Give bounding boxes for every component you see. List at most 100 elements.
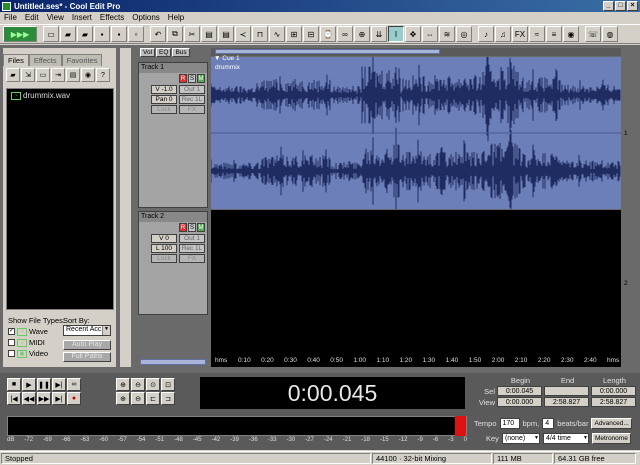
- track-1-volume[interactable]: V -1.0: [151, 85, 177, 94]
- play-file-icon[interactable]: ◉: [81, 68, 95, 82]
- help-icon[interactable]: ?: [96, 68, 110, 82]
- track-1-output[interactable]: Out 1: [179, 85, 205, 94]
- menu-options[interactable]: Options: [128, 13, 164, 22]
- time-ruler[interactable]: hms 0:10 0:20 0:30 0:40 0:50 1:00 1:10 1:20 1:30 1…: [211, 355, 621, 367]
- maximize-button[interactable]: □: [615, 1, 626, 11]
- track-2-pan[interactable]: L 100: [151, 244, 177, 253]
- track-1-pan[interactable]: Pan 0: [151, 95, 177, 104]
- globe-icon[interactable]: ◍: [602, 26, 618, 42]
- envelope-icon[interactable]: ∿: [269, 26, 285, 42]
- eq-icon[interactable]: ≡: [546, 26, 562, 42]
- stop-icon[interactable]: ■: [7, 378, 21, 391]
- track-2-volume[interactable]: V 0: [151, 234, 177, 243]
- auto-play-button[interactable]: Auto Play: [63, 340, 111, 350]
- move-tool-icon[interactable]: ✥: [405, 26, 421, 42]
- key-dropdown[interactable]: (none) ▼: [501, 433, 540, 444]
- list-item[interactable]: ~ drummix.wav: [11, 91, 109, 100]
- view-end-field[interactable]: 2:58.827: [544, 397, 589, 407]
- copy-icon[interactable]: ⧉: [167, 26, 183, 42]
- mix-paste-icon[interactable]: ▤: [218, 26, 234, 42]
- record-icon[interactable]: ●: [67, 392, 81, 405]
- zoom-out-horizontal-icon[interactable]: ⊖: [131, 378, 145, 391]
- rewind-icon[interactable]: ◀◀: [22, 392, 36, 405]
- open-session-icon[interactable]: ▰: [77, 26, 93, 42]
- loop-icon[interactable]: ∞: [67, 378, 81, 391]
- track-1-fx[interactable]: FX: [179, 105, 205, 114]
- open-icon[interactable]: ▰: [60, 26, 76, 42]
- eq-tab[interactable]: EQ: [156, 48, 172, 57]
- track-2-area[interactable]: [211, 210, 621, 355]
- file-list[interactable]: ~ drummix.wav: [6, 88, 114, 310]
- mixdown-icon[interactable]: ⇊: [371, 26, 387, 42]
- solo-button[interactable]: S: [188, 74, 196, 83]
- reverb-icon[interactable]: ≈: [529, 26, 545, 42]
- panel-splitter[interactable]: [120, 48, 131, 367]
- open-file-icon[interactable]: ▰: [6, 68, 20, 82]
- track-1-lock[interactable]: Lock: [151, 105, 177, 114]
- track-scrollbar[interactable]: [140, 359, 206, 365]
- scroll-thumb[interactable]: [215, 49, 440, 54]
- hybrid-tool-icon[interactable]: ⇔: [422, 26, 438, 42]
- menu-view[interactable]: View: [43, 13, 68, 22]
- cue-marker[interactable]: ▼ Cue 1: [214, 55, 240, 62]
- midi-checkbox[interactable]: [8, 339, 15, 346]
- fx-icon[interactable]: FX: [512, 26, 528, 42]
- loop-icon[interactable]: ∞: [337, 26, 353, 42]
- sel-length-field[interactable]: 0:00.000: [591, 386, 636, 396]
- paste-icon[interactable]: ▤: [201, 26, 217, 42]
- insert-midi-icon[interactable]: ♫: [495, 26, 511, 42]
- menu-help[interactable]: Help: [164, 13, 188, 22]
- wave-checkbox[interactable]: ✓: [8, 328, 15, 335]
- track-2-record-input[interactable]: Rec 1L: [179, 244, 205, 253]
- bus-tab[interactable]: Bus: [172, 48, 190, 57]
- zoom-selection-icon[interactable]: ⊡: [161, 378, 175, 391]
- toggle-view-button[interactable]: ▶▶▶: [3, 26, 37, 42]
- track-2-output[interactable]: Out 1: [179, 234, 205, 243]
- insert-into-session-icon[interactable]: ⇥: [51, 68, 65, 82]
- full-paths-button[interactable]: Full Paths: [63, 352, 111, 362]
- menu-effects[interactable]: Effects: [96, 13, 128, 22]
- vol-tab[interactable]: Vol: [140, 48, 156, 57]
- edit-file-icon[interactable]: ▤: [66, 68, 80, 82]
- sel-begin-field[interactable]: 0:00.045: [497, 386, 542, 396]
- cut-icon[interactable]: ✂: [184, 26, 200, 42]
- overview-scrollbar[interactable]: [211, 48, 621, 56]
- scrub-icon[interactable]: ≋: [439, 26, 455, 42]
- close-file-icon[interactable]: ▫: [128, 26, 144, 42]
- save-icon[interactable]: ▪: [94, 26, 110, 42]
- menu-edit[interactable]: Edit: [21, 13, 43, 22]
- solo-button[interactable]: S: [188, 223, 196, 232]
- track-2-name[interactable]: Track 2: [139, 212, 207, 222]
- zoom-out-vertical-icon[interactable]: ⊖: [131, 392, 145, 405]
- zoom-left-icon[interactable]: ⊏: [146, 392, 160, 405]
- time-signature-dropdown[interactable]: 4/4 time ▼: [542, 433, 589, 444]
- track-2-lock[interactable]: Lock: [151, 254, 177, 263]
- video-checkbox[interactable]: [8, 350, 15, 357]
- advanced-button[interactable]: Advanced...: [591, 418, 632, 429]
- clip-indicator[interactable]: [455, 416, 466, 436]
- snap-icon[interactable]: ◎: [456, 26, 472, 42]
- track-1-waveform[interactable]: [211, 57, 621, 209]
- clip-icon[interactable]: ⊕: [354, 26, 370, 42]
- split-icon[interactable]: ≺: [235, 26, 251, 42]
- zoom-right-icon[interactable]: ⊐: [161, 392, 175, 405]
- new-icon[interactable]: ▭: [43, 26, 59, 42]
- mute-button[interactable]: M: [197, 74, 205, 83]
- tab-effects[interactable]: Effects: [28, 54, 62, 66]
- go-to-end-icon[interactable]: ▶|: [52, 392, 66, 405]
- record-arm-button[interactable]: R: [179, 223, 187, 232]
- fast-forward-icon[interactable]: ▶▶: [37, 392, 51, 405]
- cd-icon[interactable]: ◉: [563, 26, 579, 42]
- group-icon[interactable]: ⊞: [286, 26, 302, 42]
- trim-icon[interactable]: ⊓: [252, 26, 268, 42]
- time-select-tool-icon[interactable]: I: [388, 26, 404, 42]
- lock-time-icon[interactable]: ⌚: [320, 26, 336, 42]
- pause-icon[interactable]: ❚❚: [37, 378, 51, 391]
- beats-field[interactable]: 4: [542, 418, 555, 429]
- close-file-icon[interactable]: ▭: [36, 68, 50, 82]
- tab-favorites[interactable]: Favorites: [61, 54, 103, 66]
- zoom-in-horizontal-icon[interactable]: ⊕: [116, 378, 130, 391]
- close-button[interactable]: ×: [627, 1, 638, 11]
- menu-insert[interactable]: Insert: [68, 13, 96, 22]
- zoom-full-icon[interactable]: ⊙: [146, 378, 160, 391]
